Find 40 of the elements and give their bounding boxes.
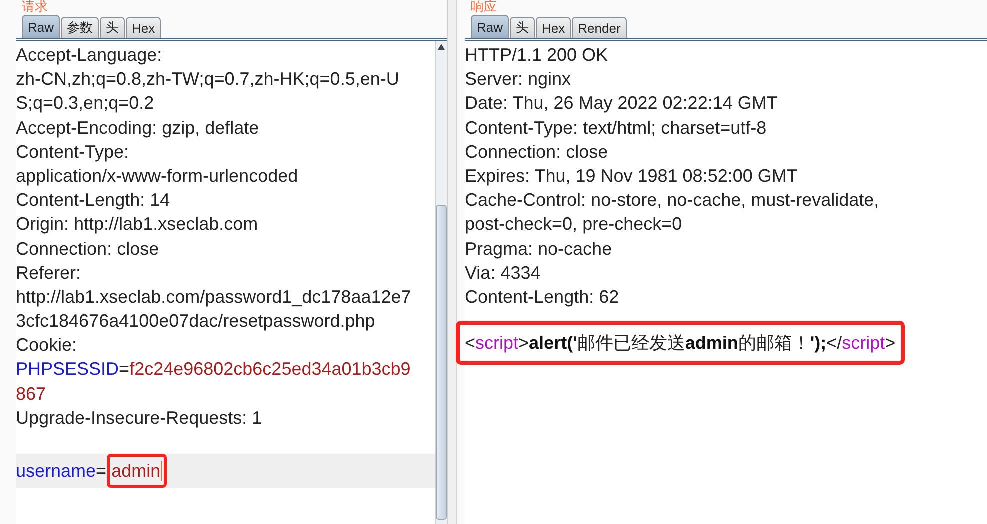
code-line: Connection: close bbox=[16, 238, 160, 260]
code-line: 3cfc184676a4100e07dac/resetpassword.php bbox=[16, 310, 376, 334]
code-line: Origin: http://lab1.xseclab.com bbox=[16, 213, 260, 236]
panel-heading: 请求 bbox=[21, 0, 49, 14]
code-line: post-check=0, pre-check=0 bbox=[465, 213, 684, 236]
code-line: HTTP/1.1 200 OK bbox=[465, 44, 610, 67]
code-line: zh-CN,zh;q=0.8,zh-TW;q=0.7,zh-HK;q=0.5,en-U bbox=[16, 68, 400, 92]
view-tab[interactable]: Raw bbox=[471, 15, 510, 38]
code-line: Server: nginx bbox=[465, 68, 572, 92]
view-tab[interactable]: 头 bbox=[510, 17, 536, 38]
code-line: Via: 4334 bbox=[465, 262, 542, 285]
code-line: Expires: Thu, 19 Nov 1981 08:52:00 GMT bbox=[465, 164, 799, 188]
code-line: http://lab1.xseclab.com/password1_dc178aa12e7 bbox=[16, 286, 412, 309]
code-line: Content-Type: bbox=[16, 140, 130, 164]
view-tab[interactable]: 参数 bbox=[61, 17, 100, 38]
view-tab[interactable]: 头 bbox=[100, 17, 126, 38]
scrollbar[interactable] bbox=[435, 41, 447, 524]
code-line: application/x-www-form-urlencoded bbox=[16, 164, 300, 188]
panel-heading: 响应 bbox=[470, 0, 498, 14]
view-tab[interactable]: Render bbox=[572, 17, 627, 38]
view-tab[interactable]: Hex bbox=[126, 17, 162, 38]
code-line: Date: Thu, 26 May 2022 02:22:14 GMT bbox=[465, 92, 779, 116]
code-line: Content-Type: text/html; charset=utf-8 bbox=[465, 116, 768, 140]
code-line: Upgrade-Insecure-Requests: 1 bbox=[16, 406, 264, 430]
view-tab[interactable]: Raw bbox=[22, 15, 60, 38]
code-line: Accept-Language: bbox=[16, 44, 164, 67]
code-line: Pragma: no-cache bbox=[465, 238, 614, 261]
scroll-thumb[interactable] bbox=[436, 205, 447, 520]
code-line: Cache-Control: no-store, no-cache, must-revalidate, bbox=[465, 189, 880, 212]
code-line: Content-Length: 62 bbox=[465, 286, 620, 309]
code-line: Content-Length: 14 bbox=[16, 189, 172, 212]
code-line: Accept-Encoding: gzip, deflate bbox=[16, 116, 260, 140]
code-line: Referer: bbox=[16, 262, 82, 285]
code-line: Cookie: bbox=[16, 334, 78, 358]
code-line: 867 bbox=[16, 382, 48, 406]
code-line: PHPSESSID=f2c24e96802cb6c25ed34a01b3cb9 bbox=[16, 358, 412, 382]
highlighted-value: admin bbox=[106, 454, 167, 488]
code-line: Connection: close bbox=[465, 140, 610, 164]
code-line: S;q=0.3,en;q=0.2 bbox=[16, 92, 156, 116]
view-tab[interactable]: Hex bbox=[536, 17, 572, 38]
